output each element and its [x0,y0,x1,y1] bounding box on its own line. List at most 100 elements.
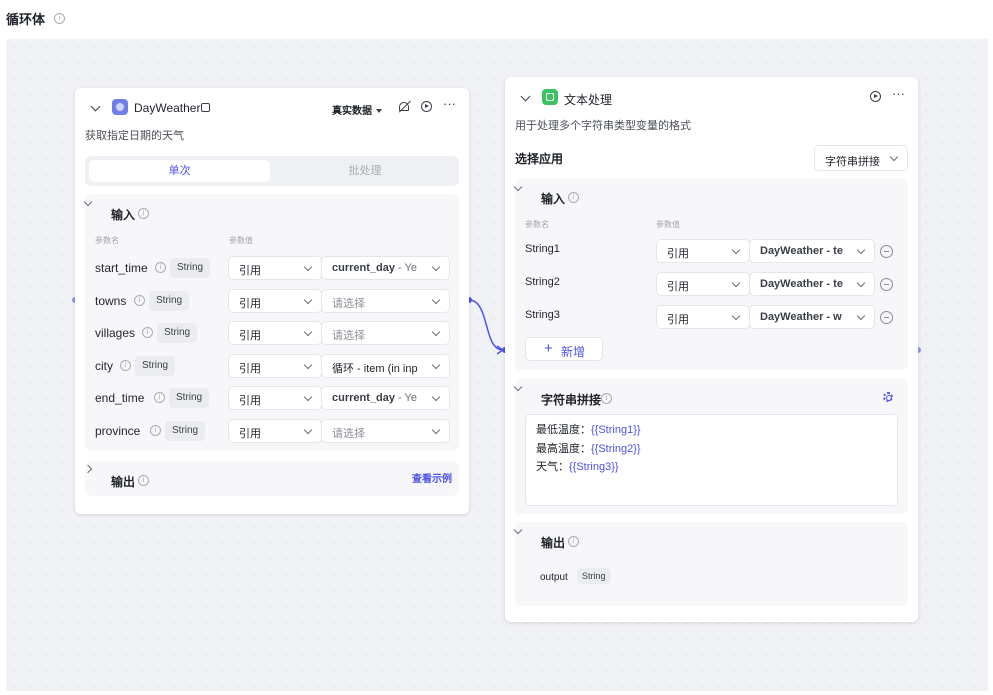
input-collapse-chevron-icon[interactable] [83,197,93,207]
input-section-title: 输入 [541,192,566,206]
chevron-down-icon [431,295,441,305]
add-label: 新增 [561,345,586,359]
param-value-text: 请选择 [332,298,365,310]
output-collapse-chevron-icon[interactable] [513,525,523,535]
param-value-select[interactable]: 请选择 [321,289,450,313]
remove-param-icon[interactable] [880,278,893,291]
param-value-select[interactable]: current_day - Ye [321,256,450,280]
text-processing-node[interactable]: 文本处理 ··· 用于处理多个字符串类型变量的格式 选择应用 字符串拼接 输入 … [505,77,918,622]
param-type-tag: String [169,388,210,408]
chevron-down-icon [856,245,866,255]
mode-value: 引用 [239,395,261,407]
output-param-name: output [540,572,568,583]
param-name: towns [95,294,127,308]
template-variable: {{String1}} [591,424,641,436]
info-icon[interactable]: i [138,475,149,486]
notification-off-icon[interactable] [399,102,409,111]
param-value-select[interactable]: 请选择 [321,419,450,443]
param-value: 请选择 [332,327,428,343]
col-header-value: 参数值 [229,236,253,245]
info-icon[interactable]: i [150,425,161,436]
info-icon[interactable]: i [154,392,165,403]
tab-batch[interactable]: 批处理 [275,160,455,182]
remove-param-icon[interactable] [880,245,893,258]
info-icon[interactable]: i [134,295,145,306]
add-parameter-button[interactable]: + 新增 [525,337,603,361]
col-header-name: 参数名 [525,220,549,229]
select-app-dropdown[interactable]: 字符串拼接 [814,145,908,171]
param-value-select[interactable]: DayWeather - w [749,305,875,329]
template-variable: {{String2}} [591,443,641,455]
reference-mode-select[interactable]: 引用 [228,256,322,280]
concat-section-title: 字符串拼接 [541,393,602,407]
info-icon[interactable]: i [155,262,166,273]
output-section-title: 输出 [111,475,136,489]
output-expand-chevron-icon[interactable] [83,464,93,474]
param-value-select[interactable]: 循环 - item (in inp [321,354,450,378]
reference-mode-select[interactable]: 引用 [228,419,322,443]
plugin-icon [201,103,210,112]
reference-mode-select[interactable]: 引用 [228,289,322,313]
node-title: DayWeather [134,101,201,115]
param-name: String3 [525,309,560,321]
concat-section: 字符串拼接 i 最低温度：{{String1}} 最高温度：{{String2}… [513,379,908,514]
caret-down-icon [376,109,382,114]
info-icon[interactable]: i [142,327,153,338]
param-name: start_time [95,261,148,275]
info-icon[interactable]: i [54,13,65,24]
real-data-dropdown[interactable]: 真实数据 [332,102,382,117]
collapse-chevron-icon[interactable] [520,91,531,102]
collapse-chevron-icon[interactable] [90,101,101,112]
tab-single[interactable]: 单次 [89,160,270,182]
param-value-select[interactable]: current_day - Ye [321,386,450,410]
info-icon[interactable]: i [601,393,612,404]
param-value-select[interactable]: DayWeather - te [749,239,875,263]
input-section: 输入 i 参数名 参数值 start_time i String 引用 current_… [83,194,459,451]
run-icon[interactable] [870,91,881,102]
input-collapse-chevron-icon[interactable] [513,182,523,192]
template-text: 最低温度： [536,424,591,436]
chevron-down-icon [431,425,441,435]
output-type-tag: String [577,568,611,584]
real-data-label: 真实数据 [332,106,372,117]
reference-mode-select[interactable]: 引用 [228,321,322,345]
reference-mode-select[interactable]: 引用 [228,354,322,378]
reference-mode-select[interactable]: 引用 [656,272,750,296]
mode-value: 引用 [667,281,689,293]
concat-template-editor[interactable]: 最低温度：{{String1}} 最高温度：{{String2}} 天气：{{S… [525,414,898,506]
reference-mode-select[interactable]: 引用 [656,239,750,263]
remove-param-icon[interactable] [880,311,893,324]
mode-value: 引用 [239,265,261,277]
input-param-row: villages i String 引用 请选择 [85,321,459,345]
param-value-select[interactable]: 请选择 [321,321,450,345]
param-type-tag: String [170,258,211,278]
chevron-down-icon [303,360,313,370]
info-icon[interactable]: i [138,208,149,219]
chevron-down-icon [431,360,441,370]
settings-gear-icon[interactable] [883,392,893,402]
more-icon[interactable]: ··· [443,97,456,110]
param-value-text: current_day [332,392,395,404]
run-icon[interactable] [421,101,432,112]
concat-collapse-chevron-icon[interactable] [513,382,523,392]
text-app-icon [542,89,558,105]
param-value-select[interactable]: DayWeather - te [749,272,875,296]
mode-value: 引用 [239,298,261,310]
info-icon[interactable]: i [568,536,579,547]
param-name: end_time [95,391,145,405]
param-value-text: current_day [332,262,395,274]
info-icon[interactable]: i [120,360,131,371]
view-example-link[interactable]: 查看示例 [412,470,452,485]
info-icon[interactable]: i [568,192,579,203]
param-value: DayWeather - te [760,245,843,257]
node-description: 获取指定日期的天气 [85,130,184,142]
dayweather-node[interactable]: DayWeather 真实数据 ··· 获取指定日期的天气 单次 批处理 输入 … [75,88,469,514]
input-param-row: province i String 引用 请选择 [85,419,459,443]
reference-mode-select[interactable]: 引用 [228,386,322,410]
param-value: DayWeather - te [760,278,843,290]
reference-mode-select[interactable]: 引用 [656,305,750,329]
more-icon[interactable]: ··· [892,87,905,100]
page-header: 循环体 i [0,0,993,36]
select-app-label: 选择应用 [515,152,564,166]
dayweather-app-icon [112,99,128,115]
